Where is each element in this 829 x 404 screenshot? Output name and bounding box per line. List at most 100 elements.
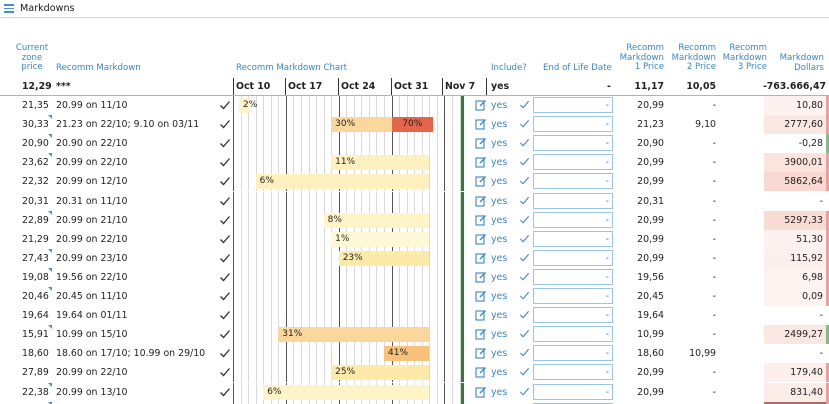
include-value[interactable]: yes: [491, 215, 507, 226]
edit-icon[interactable]: [475, 118, 487, 130]
header-end-of-life-date[interactable]: End of Life Date: [543, 63, 612, 74]
include-value[interactable]: yes: [491, 291, 507, 302]
chart-week-line: [233, 287, 234, 306]
markdown-2-price-cell: -: [712, 214, 716, 226]
markdown-2-price-cell: -: [712, 252, 716, 264]
include-value[interactable]: yes: [491, 310, 507, 321]
end-of-life-date-input[interactable]: -: [533, 97, 613, 113]
chart-gridline: [293, 363, 295, 383]
include-check-icon[interactable]: [519, 214, 530, 228]
edit-icon[interactable]: [475, 214, 487, 226]
include-check-icon[interactable]: [519, 118, 530, 132]
recomm-markdown-cell: 20.99 on 22/10: [56, 233, 128, 245]
include-value[interactable]: yes: [491, 329, 507, 340]
header-markdown-1-price[interactable]: Recomm Markdown 1 Price: [616, 43, 664, 73]
edit-icon[interactable]: [475, 137, 487, 149]
include-check-icon[interactable]: [519, 347, 530, 361]
chart-gridline: [278, 267, 280, 287]
header-recomm-markdown[interactable]: Recomm Markdown: [56, 63, 141, 74]
end-of-life-date-input[interactable]: -: [533, 192, 613, 209]
end-of-life-date-input[interactable]: -: [533, 307, 613, 324]
menu-icon[interactable]: [4, 4, 14, 13]
end-of-life-date-input[interactable]: -: [533, 154, 613, 171]
end-of-life-date-input[interactable]: -: [533, 173, 613, 190]
include-check-icon[interactable]: [519, 137, 530, 151]
chart-gridline: [300, 96, 302, 115]
chart-week-line: [285, 229, 287, 249]
header-markdown-dollars[interactable]: Markdown Dollars: [772, 53, 824, 73]
end-of-life-date-input[interactable]: -: [533, 116, 613, 133]
chart-gridline: [316, 134, 318, 154]
include-check-icon[interactable]: [519, 290, 530, 304]
end-of-life-date-input[interactable]: -: [533, 383, 613, 400]
edit-icon[interactable]: [475, 309, 487, 321]
include-check-icon[interactable]: [519, 386, 530, 400]
end-of-life-date-input[interactable]: -: [533, 211, 613, 228]
chart-gridline: [436, 96, 438, 115]
end-of-life-date-input[interactable]: -: [533, 288, 613, 304]
end-of-life-date-input[interactable]: -: [533, 326, 613, 343]
recomm-markdown-cell: 20.99 on 23/10: [56, 252, 128, 264]
end-of-life-date-input[interactable]: -: [533, 249, 613, 266]
header-include[interactable]: Include?: [491, 63, 527, 74]
include-check-icon[interactable]: [519, 328, 530, 342]
edit-icon[interactable]: [475, 175, 487, 187]
include-value[interactable]: yes: [491, 387, 507, 398]
header-current-zone-price[interactable]: Current zone price: [4, 43, 60, 73]
include-check-icon[interactable]: [519, 99, 530, 113]
include-value[interactable]: yes: [491, 138, 507, 149]
edit-icon[interactable]: [475, 156, 487, 168]
end-of-life-date-value: -: [605, 195, 609, 207]
markdown-3-price-cell: -: [719, 138, 767, 149]
end-of-life-date-input[interactable]: -: [533, 268, 613, 285]
edit-icon[interactable]: [475, 195, 487, 207]
chart-gridline: [361, 344, 363, 364]
end-of-life-date-input[interactable]: -: [533, 364, 613, 381]
end-of-life-date-input[interactable]: -: [533, 345, 613, 362]
include-value[interactable]: yes: [491, 119, 507, 130]
include-check-icon[interactable]: [519, 366, 530, 380]
current-price-cell: 22,89: [22, 214, 49, 226]
edit-icon[interactable]: [475, 252, 487, 264]
header-markdown-2-price[interactable]: Recomm Markdown 2 Price: [668, 43, 716, 73]
edit-icon[interactable]: [475, 99, 487, 111]
chart-gridline: [248, 248, 250, 268]
chart-gridline: [406, 96, 408, 115]
include-value[interactable]: yes: [491, 196, 507, 207]
total-p2: 10,05: [686, 81, 716, 92]
include-check-icon[interactable]: [519, 233, 530, 247]
include-value[interactable]: yes: [491, 100, 507, 111]
include-value[interactable]: yes: [491, 253, 507, 264]
include-value[interactable]: yes: [491, 234, 507, 245]
chart-gridline: [278, 96, 280, 115]
include-check-icon[interactable]: [519, 309, 530, 323]
markdown-3-price-cell: -: [719, 215, 767, 226]
chart-week-line: [444, 210, 446, 230]
include-value[interactable]: yes: [491, 272, 507, 283]
include-check-icon[interactable]: [519, 271, 530, 285]
include-check-icon[interactable]: [519, 195, 530, 209]
end-of-life-date-input[interactable]: -: [533, 135, 613, 152]
include-value[interactable]: yes: [491, 176, 507, 187]
edit-icon[interactable]: [475, 233, 487, 245]
edit-icon[interactable]: [475, 271, 487, 283]
chart-gridline: [414, 267, 416, 287]
header-markdown-chart[interactable]: Recomm Markdown Chart: [236, 63, 347, 74]
markdown-chart-cell: 11%: [233, 153, 465, 173]
include-value[interactable]: yes: [491, 157, 507, 168]
edit-icon[interactable]: [475, 290, 487, 302]
end-of-life-date-input[interactable]: -: [533, 230, 613, 247]
edit-icon[interactable]: [475, 366, 487, 378]
include-check-icon[interactable]: [519, 175, 530, 189]
markdown-chart-cell: 8%: [233, 210, 465, 230]
include-check-icon[interactable]: [519, 156, 530, 170]
edit-icon[interactable]: [475, 386, 487, 398]
chart-gridline: [263, 267, 265, 287]
edit-icon[interactable]: [475, 347, 487, 359]
header-markdown-3-price[interactable]: Recomm Markdown 3 Price: [719, 43, 767, 73]
table-row: 21,3520.99 on 11/102%yes-20,99--10,80: [0, 96, 829, 115]
include-value[interactable]: yes: [491, 348, 507, 359]
include-check-icon[interactable]: [519, 252, 530, 266]
edit-icon[interactable]: [475, 328, 487, 340]
include-value[interactable]: yes: [491, 367, 507, 378]
